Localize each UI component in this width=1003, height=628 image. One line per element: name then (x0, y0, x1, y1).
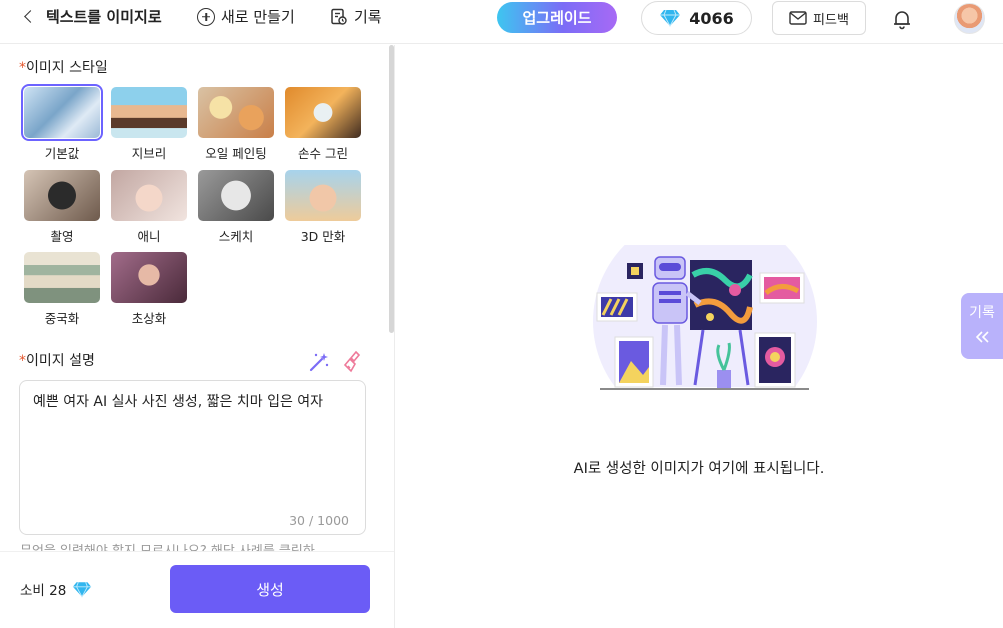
style-label: 애니 (137, 229, 161, 244)
style-section-title: 이미지 스타일 (26, 60, 108, 76)
style-option-ghibli[interactable]: 지브리 (109, 87, 189, 162)
history-icon (331, 8, 347, 25)
cost-text: 소비 28 (20, 583, 67, 599)
new-create-label: 새로 만들기 (221, 8, 295, 26)
diamond-icon (73, 581, 92, 598)
empty-state-illustration (593, 245, 817, 390)
style-label: 촬영 (50, 229, 74, 244)
panel-divider (394, 45, 395, 628)
style-thumbnail (285, 170, 361, 221)
style-option-hand-drawn[interactable]: 손수 그린 (283, 87, 363, 162)
style-label: 3D 만화 (300, 229, 346, 244)
feedback-label: 피드백 (813, 12, 849, 28)
brush-icon (343, 350, 361, 373)
style-label: 기본값 (44, 146, 80, 161)
credits-badge[interactable]: 4066 (641, 1, 752, 35)
cost-label: 소비 28 (20, 579, 92, 599)
style-label: 오일 페인팅 (205, 146, 267, 161)
description-textarea[interactable]: 예쁜 여자 AI 실사 사진 생성, 짧은 치마 입은 여자 30 / 1000 (19, 380, 366, 535)
style-option-oil-painting[interactable]: 오일 페인팅 (196, 87, 276, 162)
mail-icon (789, 11, 807, 25)
description-text: 예쁜 여자 AI 실사 사진 생성, 짧은 치마 입은 여자 (33, 394, 324, 410)
style-label: 손수 그린 (298, 146, 348, 161)
style-option-portrait[interactable]: 초상화 (109, 252, 189, 327)
style-thumbnail (21, 84, 103, 141)
back-button[interactable]: 텍스트를 이미지로 (22, 0, 162, 33)
magic-wand-icon (309, 353, 329, 372)
style-thumbnail (24, 252, 100, 303)
diamond-icon (660, 9, 681, 27)
style-option-anime[interactable]: 애니 (109, 170, 189, 245)
required-mark: * (19, 353, 26, 369)
page-title: 텍스트를 이미지로 (46, 8, 162, 26)
new-create-button[interactable]: 새로 만들기 (197, 0, 295, 33)
style-option-photo[interactable]: 촬영 (22, 170, 102, 245)
style-section-label: *이미지 스타일 (19, 57, 108, 77)
style-option-default[interactable]: 기본값 (21, 84, 103, 162)
plus-circle-icon (197, 7, 215, 26)
scrollbar[interactable] (389, 45, 394, 333)
style-option-chinese-painting[interactable]: 중국화 (22, 252, 102, 327)
history-button[interactable]: 기록 (330, 0, 382, 33)
description-section-title: 이미지 설명 (26, 353, 95, 369)
bell-icon (894, 11, 910, 30)
style-option-sketch[interactable]: 스케치 (196, 170, 276, 245)
avatar[interactable] (954, 3, 985, 34)
generate-button[interactable]: 생성 (170, 565, 370, 613)
style-thumbnail (198, 87, 274, 138)
char-count: 30 / 1000 (289, 513, 349, 528)
style-label: 스케치 (218, 229, 254, 244)
style-thumbnail (285, 87, 361, 138)
style-label: 지브리 (131, 146, 167, 161)
required-mark: * (19, 60, 26, 76)
history-side-tab[interactable]: 기록 (961, 293, 1003, 359)
double-chevron-left-icon (975, 331, 989, 343)
style-thumbnail (24, 170, 100, 221)
style-thumbnail (111, 170, 187, 221)
description-section-label: *이미지 설명 (19, 350, 95, 370)
credits-count: 4066 (689, 8, 734, 28)
chevron-left-icon (24, 10, 37, 23)
history-label: 기록 (354, 8, 382, 26)
style-label: 중국화 (44, 311, 80, 326)
style-label: 초상화 (131, 311, 167, 326)
style-option-3d-cartoon[interactable]: 3D 만화 (283, 170, 363, 245)
upgrade-button[interactable]: 업그레이드 (497, 2, 617, 33)
style-thumbnail (198, 170, 274, 221)
notification-button[interactable] (891, 8, 913, 34)
empty-state-message: AI로 생성한 이미지가 여기에 표시됩니다. (573, 461, 825, 477)
magic-wand-button[interactable] (308, 351, 330, 377)
top-bar: 텍스트를 이미지로 새로 만들기 기록 업그레이드 4066 피드백 (0, 0, 1003, 44)
style-thumbnail (111, 252, 187, 303)
style-thumbnail (111, 87, 187, 138)
feedback-button[interactable]: 피드백 (772, 1, 866, 35)
history-tab-label: 기록 (969, 305, 995, 321)
clear-button[interactable] (343, 350, 363, 377)
